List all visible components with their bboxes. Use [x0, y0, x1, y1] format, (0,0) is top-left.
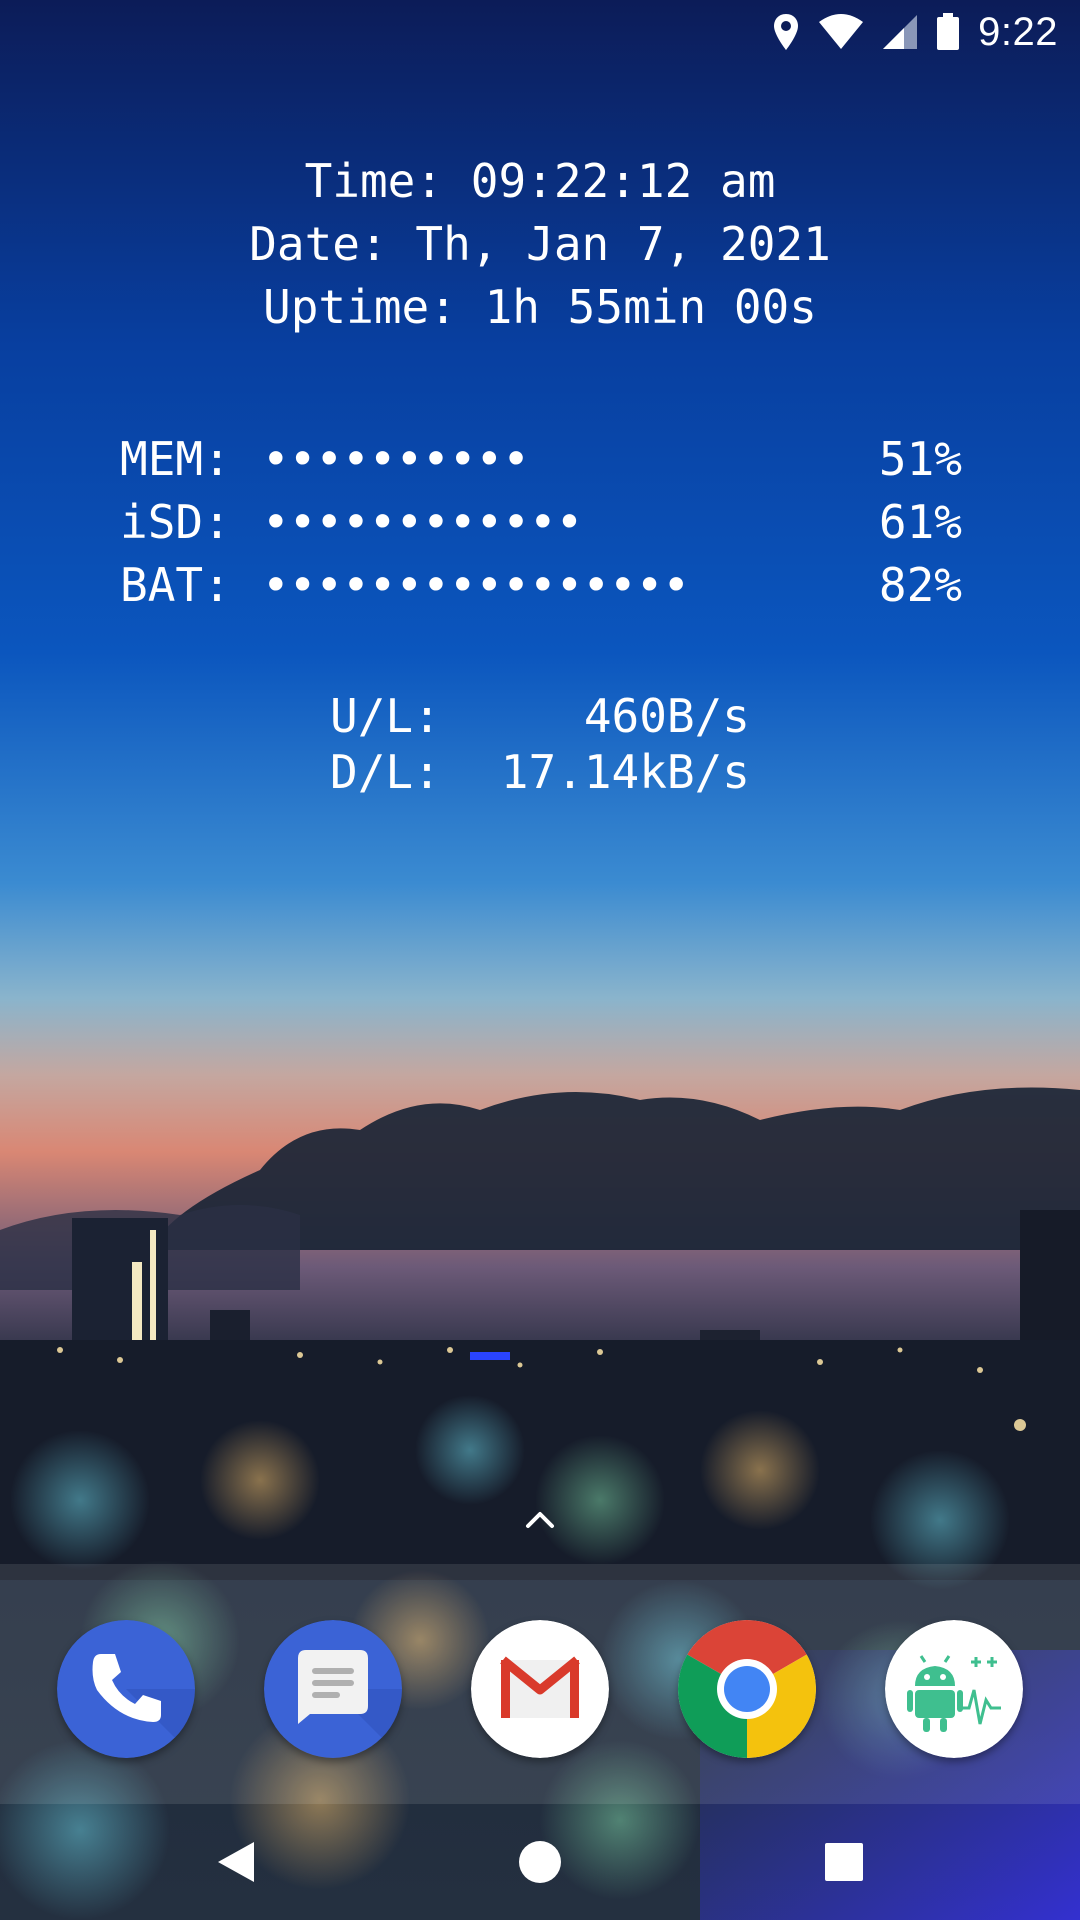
dock — [0, 1564, 1080, 1804]
messages-app-icon[interactable] — [264, 1620, 402, 1758]
system-widget-meters[interactable]: MEM: •••••••••• 51% iSD: •••••••••••• 61… — [0, 428, 1080, 617]
app-drawer-handle[interactable] — [520, 1504, 560, 1534]
recents-square-icon — [825, 1843, 863, 1881]
home-circle-icon — [519, 1841, 561, 1883]
chrome-app-icon[interactable] — [678, 1620, 816, 1758]
system-monitor-app-icon[interactable] — [885, 1620, 1023, 1758]
uptime-text: Uptime: 1h 55min 00s — [263, 280, 817, 334]
meter-percent: 51% — [878, 432, 962, 486]
status-bar-time: 9:22 — [978, 9, 1058, 54]
time-text: Time: 09:22:12 am — [304, 154, 776, 208]
home-button[interactable] — [510, 1832, 570, 1892]
meter-row-mem: MEM: •••••••••• 51% — [0, 428, 1080, 491]
upload-value: 460B/s — [583, 689, 750, 743]
meter-row-isd: iSD: •••••••••••• 61% — [0, 491, 1080, 554]
back-triangle-icon — [218, 1842, 254, 1882]
phone-app-icon[interactable] — [57, 1620, 195, 1758]
meter-label: MEM: — [120, 432, 231, 486]
meter-row-bat: BAT: •••••••••••••••• 82% — [0, 554, 1080, 617]
battery-icon — [936, 13, 960, 51]
upload-label: U/L: — [330, 689, 441, 743]
meter-percent: 82% — [878, 558, 962, 612]
date-text: Date: Th, Jan 7, 2021 — [249, 217, 831, 271]
meter-dots: •••••••••••• — [262, 495, 583, 549]
download-value: 17.14kB/s — [500, 745, 750, 799]
upload-row: U/L: 460B/s — [0, 688, 1080, 744]
meter-dots: •••••••••• — [262, 432, 530, 486]
status-bar: 9:22 — [0, 0, 1080, 64]
chevron-up-icon — [526, 1512, 554, 1528]
meter-label: BAT: — [120, 558, 231, 612]
back-button[interactable] — [206, 1832, 266, 1892]
meter-dots: •••••••••••••••• — [262, 558, 690, 612]
system-widget-network[interactable]: U/L: 460B/s D/L: 17.14kB/s — [0, 688, 1080, 800]
cell-signal-icon — [882, 14, 918, 50]
meter-label: iSD: — [120, 495, 231, 549]
location-icon — [772, 12, 800, 52]
download-label: D/L: — [330, 745, 441, 799]
recents-button[interactable] — [814, 1832, 874, 1892]
gmail-app-icon[interactable] — [471, 1620, 609, 1758]
system-widget-clock[interactable]: Time: 09:22:12 am Date: Th, Jan 7, 2021 … — [0, 150, 1080, 339]
navigation-bar — [0, 1804, 1080, 1920]
meter-percent: 61% — [878, 495, 962, 549]
wifi-icon — [818, 14, 864, 50]
download-row: D/L: 17.14kB/s — [0, 744, 1080, 800]
